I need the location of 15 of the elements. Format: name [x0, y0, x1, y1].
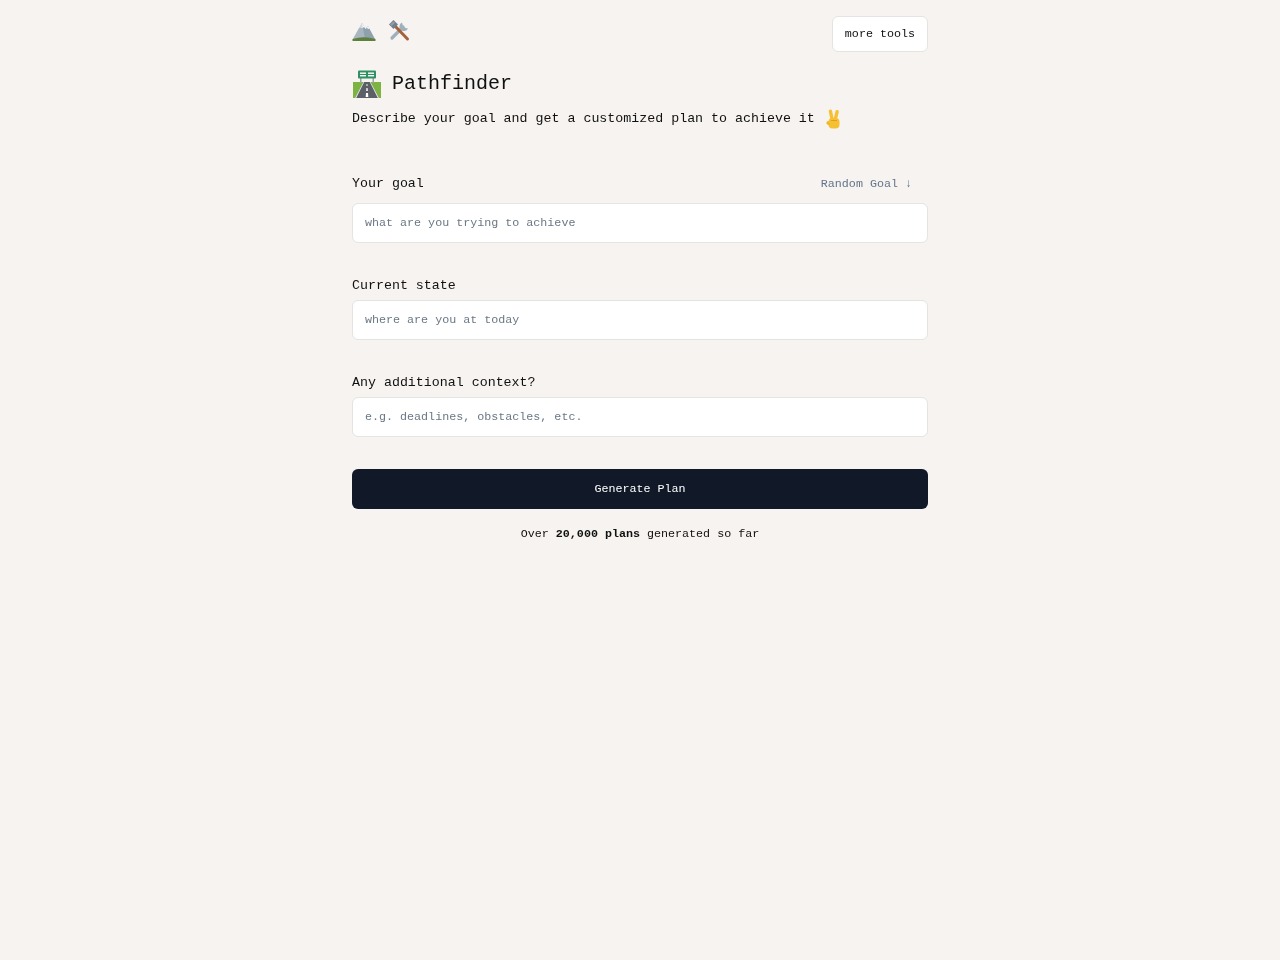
- random-goal-button[interactable]: Random Goal ↓: [804, 169, 928, 199]
- input-field[interactable]: what are you trying to achieve: [352, 203, 928, 243]
- subtitle-text: Describe your goal and get a customized plan to achieve it: [352, 110, 815, 128]
- motorway-icon: [352, 70, 382, 98]
- more-tools-button[interactable]: more tools: [831, 16, 928, 52]
- hammer-wrench-icon[interactable]: [387, 18, 411, 42]
- page-title: Pathfinder: [392, 71, 513, 97]
- field-label: Current state: [352, 277, 456, 295]
- generate-plan-button[interactable]: Generate Plan: [352, 469, 928, 509]
- input-field[interactable]: where are you at today: [352, 300, 928, 340]
- field-label: Your goal: [352, 175, 424, 193]
- field-label: Any additional context?: [352, 374, 536, 392]
- plans-count-text: Over 20,000 plans generated so far: [520, 526, 760, 543]
- victory-hand-icon: [824, 109, 843, 129]
- input-field[interactable]: e.g. deadlines, obstacles, etc.: [352, 397, 928, 437]
